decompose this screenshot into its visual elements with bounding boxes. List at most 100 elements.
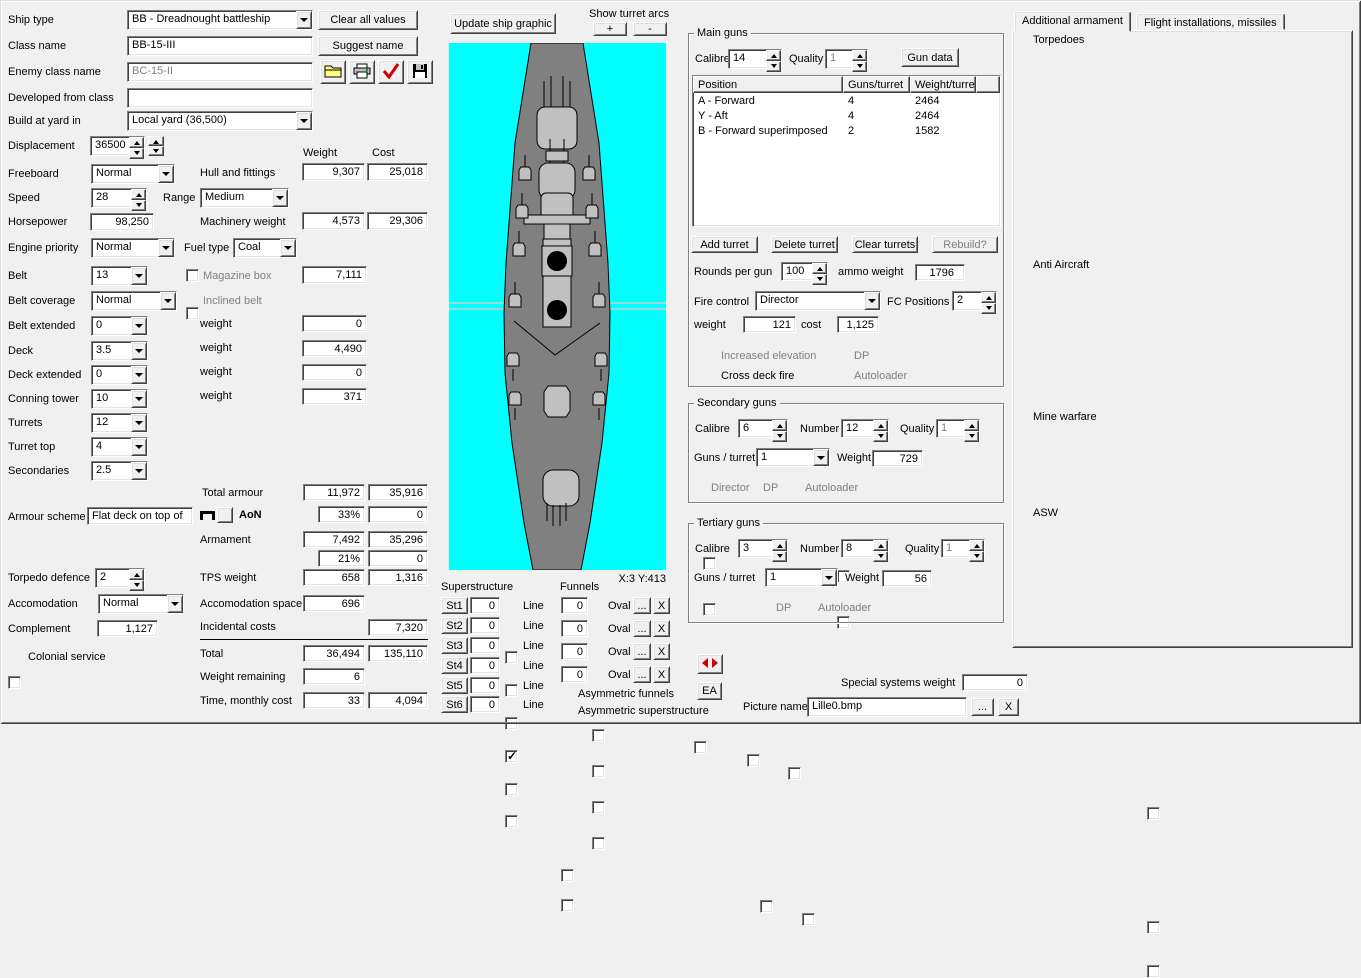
zoom-out-button[interactable]: - (633, 22, 667, 36)
range-select[interactable]: Medium (200, 188, 289, 208)
chevron-down-icon[interactable] (131, 462, 147, 480)
spin-up-icon[interactable] (148, 136, 164, 146)
asymmetric-superstructure-checkbox[interactable] (561, 899, 574, 912)
tab-flight-installations[interactable]: Flight installations, missiles (1136, 13, 1285, 30)
spin-down-icon[interactable] (812, 274, 827, 285)
chevron-down-icon[interactable] (131, 342, 147, 360)
fuel-type-select[interactable]: Coal (233, 238, 297, 258)
spin-down-icon[interactable] (772, 431, 787, 442)
main-quality-spinner[interactable]: 1 (825, 49, 868, 72)
colonial-service-checkbox[interactable] (8, 676, 21, 689)
col-weight-per-turret[interactable]: Weight/turret (910, 76, 976, 93)
tertiary-calibre-spinner[interactable]: 3 (738, 539, 788, 562)
torpedo-defence-spinner[interactable]: 2 (95, 568, 145, 591)
chevron-down-icon[interactable] (272, 189, 288, 207)
funnel3-value[interactable]: 0 (561, 643, 588, 660)
belt-coverage-select[interactable]: Normal (91, 291, 177, 311)
update-ship-graphic-button[interactable]: Update ship graphic (450, 13, 556, 34)
chevron-down-icon[interactable] (296, 11, 312, 29)
st6-button[interactable]: St6 (441, 696, 468, 713)
main-guns-table[interactable]: Position Guns/turret Weight/turret A - F… (692, 75, 1001, 227)
fc-positions-spinner[interactable]: 2 (952, 291, 997, 314)
check-design-button[interactable] (378, 60, 404, 84)
secondary-number-spinner[interactable]: 12 (841, 419, 889, 442)
chevron-down-icon[interactable] (160, 292, 176, 310)
speed-spinner[interactable]: 28 (91, 188, 147, 211)
chevron-down-icon[interactable] (131, 317, 147, 335)
ea-button[interactable]: EA (697, 682, 722, 700)
funnel4-browse-button[interactable]: ... (633, 666, 651, 683)
spin-down-icon[interactable] (981, 303, 996, 314)
funnel1-delete-button[interactable]: X (653, 597, 670, 614)
chevron-down-icon[interactable] (821, 569, 837, 586)
flip-ship-button[interactable] (697, 654, 723, 674)
armour-scheme-value[interactable]: Flat deck on top of (87, 507, 193, 525)
chevron-down-icon[interactable] (131, 390, 147, 408)
table-row[interactable]: Y - Aft 4 2464 (693, 108, 1000, 123)
conning-tower-select[interactable]: 10 (91, 389, 148, 409)
funnel2-oval-checkbox[interactable] (592, 765, 605, 778)
st3-button[interactable]: St3 (441, 637, 468, 654)
chevron-down-icon[interactable] (158, 165, 174, 183)
picture-name-input[interactable]: Lille0.bmp (807, 697, 967, 717)
chevron-down-icon[interactable] (296, 112, 312, 130)
chevron-down-icon[interactable] (813, 449, 829, 466)
st6-line-checkbox[interactable] (505, 815, 518, 828)
secondaries-select[interactable]: 2.5 (91, 461, 148, 481)
funnel3-oval-checkbox[interactable] (592, 801, 605, 814)
st4-button[interactable]: St4 (441, 657, 468, 674)
zoom-in-button[interactable]: + (593, 22, 627, 36)
spin-down-icon[interactable] (873, 431, 888, 442)
funnel2-value[interactable]: 0 (561, 620, 588, 637)
spin-up-icon[interactable] (873, 540, 888, 551)
ship-graphic-canvas[interactable] (449, 42, 666, 571)
spin-down-icon[interactable] (129, 580, 144, 591)
add-turret-button[interactable]: Add turret (691, 236, 758, 253)
spin-down-icon[interactable] (766, 61, 781, 72)
suggest-name-button[interactable]: Suggest name (318, 36, 418, 56)
funnel2-browse-button[interactable]: ... (633, 620, 651, 637)
secondary-quality-spinner[interactable]: 1 (936, 419, 980, 442)
spin-up-icon[interactable] (852, 50, 867, 61)
st1-value[interactable]: 0 (470, 597, 500, 614)
spin-up-icon[interactable] (873, 420, 888, 431)
build-yard-select[interactable]: Local yard (36,500) (127, 111, 313, 131)
chevron-down-icon[interactable] (131, 414, 147, 432)
chevron-down-icon[interactable] (131, 366, 147, 384)
deck-extended-select[interactable]: 0 (91, 365, 148, 385)
st5-line-checkbox[interactable] (505, 783, 518, 796)
col-position[interactable]: Position (693, 76, 843, 93)
funnel4-value[interactable]: 0 (561, 666, 588, 683)
secondary-guns-turret-select[interactable]: 1 (756, 448, 830, 467)
spin-up-icon[interactable] (129, 569, 144, 580)
st1-button[interactable]: St1 (441, 597, 468, 614)
spin-down-icon[interactable] (131, 200, 146, 211)
turret-top-select[interactable]: 4 (91, 437, 148, 457)
belt-select[interactable]: 13 (91, 266, 148, 286)
chevron-down-icon[interactable] (167, 595, 183, 613)
spin-up-icon[interactable] (812, 263, 827, 274)
spin-down-icon[interactable] (148, 146, 164, 156)
funnel4-oval-checkbox[interactable] (592, 837, 605, 850)
chevron-down-icon[interactable] (864, 292, 880, 310)
gun-data-button[interactable]: Gun data (901, 48, 959, 67)
funnel3-delete-button[interactable]: X (653, 643, 670, 660)
spin-down-icon[interactable] (852, 61, 867, 72)
st2-button[interactable]: St2 (441, 617, 468, 634)
st4-value[interactable]: 0 (470, 657, 500, 674)
spin-down-icon[interactable] (873, 551, 888, 562)
chevron-down-icon[interactable] (131, 438, 147, 456)
developed-from-input[interactable] (127, 88, 313, 108)
funnel1-browse-button[interactable]: ... (633, 597, 651, 614)
delete-turret-button[interactable]: Delete turret (771, 236, 838, 253)
spin-up-icon[interactable] (981, 292, 996, 303)
st5-value[interactable]: 0 (470, 677, 500, 694)
accomodation-select[interactable]: Normal (98, 594, 184, 614)
funnel3-browse-button[interactable]: ... (633, 643, 651, 660)
spin-up-icon[interactable] (964, 420, 979, 431)
funnel2-delete-button[interactable]: X (653, 620, 670, 637)
spin-up-icon[interactable] (772, 420, 787, 431)
secondary-calibre-spinner[interactable]: 6 (738, 419, 788, 442)
minesweeping-checkbox[interactable] (1147, 807, 1160, 820)
turrets-select[interactable]: 12 (91, 413, 148, 433)
